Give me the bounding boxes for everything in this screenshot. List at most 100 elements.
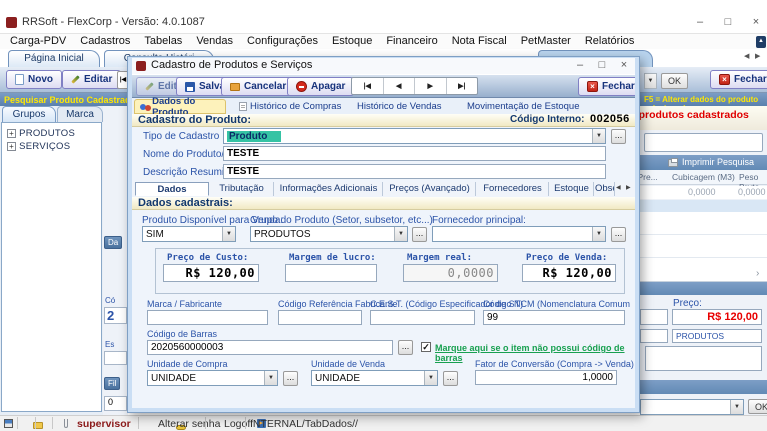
fator-conversao-input[interactable]: 1,0000 [475, 370, 617, 385]
obscured-button[interactable]: Fil [104, 377, 120, 390]
close-icon[interactable]: × [616, 58, 632, 72]
tipo-cadastro-combo[interactable]: Produto ▼ [223, 128, 606, 144]
paperclip-icon[interactable] [64, 419, 68, 428]
dialog-apagar-button[interactable]: Apagar [287, 77, 354, 96]
menu-configuracoes[interactable]: Configurações [247, 35, 318, 49]
tab-tributacao[interactable]: Tributação [210, 182, 274, 196]
menu-relatorios[interactable]: Relatórios [585, 35, 635, 49]
background-fechar-button[interactable]: × Fechar [710, 70, 767, 89]
logoff-button[interactable]: Logoff [224, 418, 253, 430]
nav-prev-icon[interactable]: ◀ [384, 78, 416, 94]
dialog-fechar-button[interactable]: × Fechar [578, 77, 635, 96]
barras-browse-button[interactable]: ... [398, 340, 413, 355]
maximize-icon[interactable]: □ [594, 58, 610, 72]
nav-last-icon[interactable]: ▶| [447, 78, 478, 94]
chevron-down-icon[interactable]: ▼ [592, 227, 605, 241]
obscured-field[interactable] [640, 329, 668, 343]
tab-scroll-left-icon[interactable]: ◀ [744, 52, 749, 60]
tab-historico-compras[interactable]: Histórico de Compras [234, 99, 346, 114]
close-icon[interactable]: × [748, 15, 764, 29]
grid-panel-icon[interactable] [4, 419, 13, 428]
tab-grupos[interactable]: Grupos [2, 106, 56, 122]
descricao-input[interactable]: TESTE [223, 164, 606, 179]
editar-button[interactable]: Editar [62, 70, 121, 89]
minimize-icon[interactable]: – [692, 15, 708, 29]
preco-custo-field[interactable]: R$ 120,00 [163, 264, 259, 282]
chevron-down-icon[interactable]: ▼ [222, 227, 235, 241]
tab-precos-avancado[interactable]: Preços (Avançado) [384, 182, 476, 196]
menu-carga-pdv[interactable]: Carga-PDV [10, 35, 66, 49]
cest-input[interactable] [370, 310, 475, 325]
tab-estoque[interactable]: Estoque [550, 182, 594, 196]
obscured-field[interactable] [104, 351, 127, 365]
tipo-browse-button[interactable]: ... [611, 129, 626, 144]
menu-cadastros[interactable]: Cadastros [80, 35, 130, 49]
chevron-down-icon[interactable]: ▼ [424, 371, 437, 385]
cod-ref-input[interactable] [278, 310, 362, 325]
preco-field[interactable]: R$ 120,00 [672, 309, 762, 325]
menu-vendas[interactable]: Vendas [196, 35, 233, 49]
disponivel-combo[interactable]: SIM ▼ [142, 226, 236, 242]
tab-historico-vendas[interactable]: Histórico de Vendas [352, 99, 447, 114]
chevron-down-icon[interactable]: ▼ [394, 227, 407, 241]
minimize-icon[interactable]: – [572, 58, 588, 72]
chevron-down-icon[interactable]: ▼ [592, 129, 605, 143]
menu-petmaster[interactable]: PetMaster [521, 35, 571, 49]
chevron-icon[interactable]: › [756, 268, 759, 279]
tab-fornecedores[interactable]: Fornecedores [477, 182, 549, 196]
tree-item-produtos[interactable]: + PRODUTOS [7, 127, 75, 139]
grupo-browse-button[interactable]: ... [412, 227, 427, 242]
tab-scroll-right-icon[interactable]: ▶ [755, 52, 760, 60]
tab-movimentacao-estoque[interactable]: Movimentação de Estoque [462, 99, 584, 114]
menu-nota-fiscal[interactable]: Nota Fiscal [452, 35, 507, 49]
ncm-input[interactable]: 99 [483, 310, 625, 325]
obscured-field[interactable]: 0 [104, 396, 127, 411]
unidade-venda-browse-button[interactable]: ... [443, 371, 458, 386]
menu-financeiro[interactable]: Financeiro [386, 35, 437, 49]
fornecedor-combo[interactable]: ▼ [432, 226, 606, 242]
alterar-senha-button[interactable]: Alterar senha [158, 418, 220, 430]
imprimir-pesquisa-button[interactable]: Imprimir Pesquisa [682, 157, 754, 167]
tab-observacoes[interactable]: Observações [595, 182, 615, 196]
results-row[interactable]: 0,0000 0,0000 [640, 186, 767, 199]
grupo-produto-combo[interactable]: PRODUTOS ▼ [250, 226, 408, 242]
tree-item-servicos[interactable]: + SERVIÇOS [7, 140, 70, 152]
marca-input[interactable] [147, 310, 268, 325]
tab-informacoes-adicionais[interactable]: Informações Adicionais [275, 182, 383, 196]
background-ok-button[interactable]: OK [661, 73, 688, 89]
inner-tab-scroll-left-icon[interactable]: ◀ [616, 184, 621, 191]
results-row[interactable] [640, 200, 767, 212]
unidade-compra-combo[interactable]: UNIDADE ▼ [147, 370, 278, 386]
preco-venda-field[interactable]: R$ 120,00 [522, 264, 616, 282]
nav-next-icon[interactable]: ▶ [415, 78, 447, 94]
expand-icon[interactable]: + [7, 129, 16, 138]
chevron-down-icon[interactable]: ▼ [264, 371, 277, 385]
results-search-input[interactable] [644, 133, 763, 152]
novo-button[interactable]: Novo [6, 70, 62, 89]
menu-estoque[interactable]: Estoque [332, 35, 372, 49]
bottom-ok-button[interactable]: OK [748, 399, 767, 414]
tab-dados-cadastrais[interactable]: Dados Cadastrais [135, 182, 209, 196]
column-header[interactable]: Cubicagem (M3) [672, 172, 735, 182]
expand-icon[interactable]: + [7, 142, 16, 151]
nav-first-icon[interactable]: |◀ [352, 78, 384, 94]
nome-produto-input[interactable]: TESTE [223, 146, 606, 161]
maximize-icon[interactable]: □ [720, 15, 736, 29]
grupo-field[interactable]: PRODUTOS [672, 329, 762, 343]
toolbar-overflow-thumb[interactable]: ▲ [756, 36, 766, 48]
tab-marca[interactable]: Marca [57, 106, 103, 122]
obscured-button[interactable]: Da [104, 236, 122, 249]
tab-pagina-inicial[interactable]: Página Inicial [8, 50, 100, 67]
dialog-cancelar-button[interactable]: Cancelar [221, 77, 295, 96]
inner-tab-scroll-right-icon[interactable]: ▶ [626, 184, 631, 191]
background-combo-arrow[interactable]: ▼ [644, 73, 657, 89]
sem-barras-checkbox[interactable]: ✓ [421, 342, 431, 352]
obscured-field[interactable] [640, 309, 668, 325]
obs-field[interactable] [645, 346, 762, 371]
menu-tabelas[interactable]: Tabelas [144, 35, 182, 49]
codigo-barras-input[interactable]: 2020560000003 [147, 340, 393, 355]
unidade-compra-browse-button[interactable]: ... [283, 371, 298, 386]
unidade-venda-combo[interactable]: UNIDADE ▼ [311, 370, 438, 386]
obscured-code-field[interactable]: 2 [104, 307, 127, 324]
tab-dados-do-produto[interactable]: Dados do Produto [134, 99, 226, 114]
